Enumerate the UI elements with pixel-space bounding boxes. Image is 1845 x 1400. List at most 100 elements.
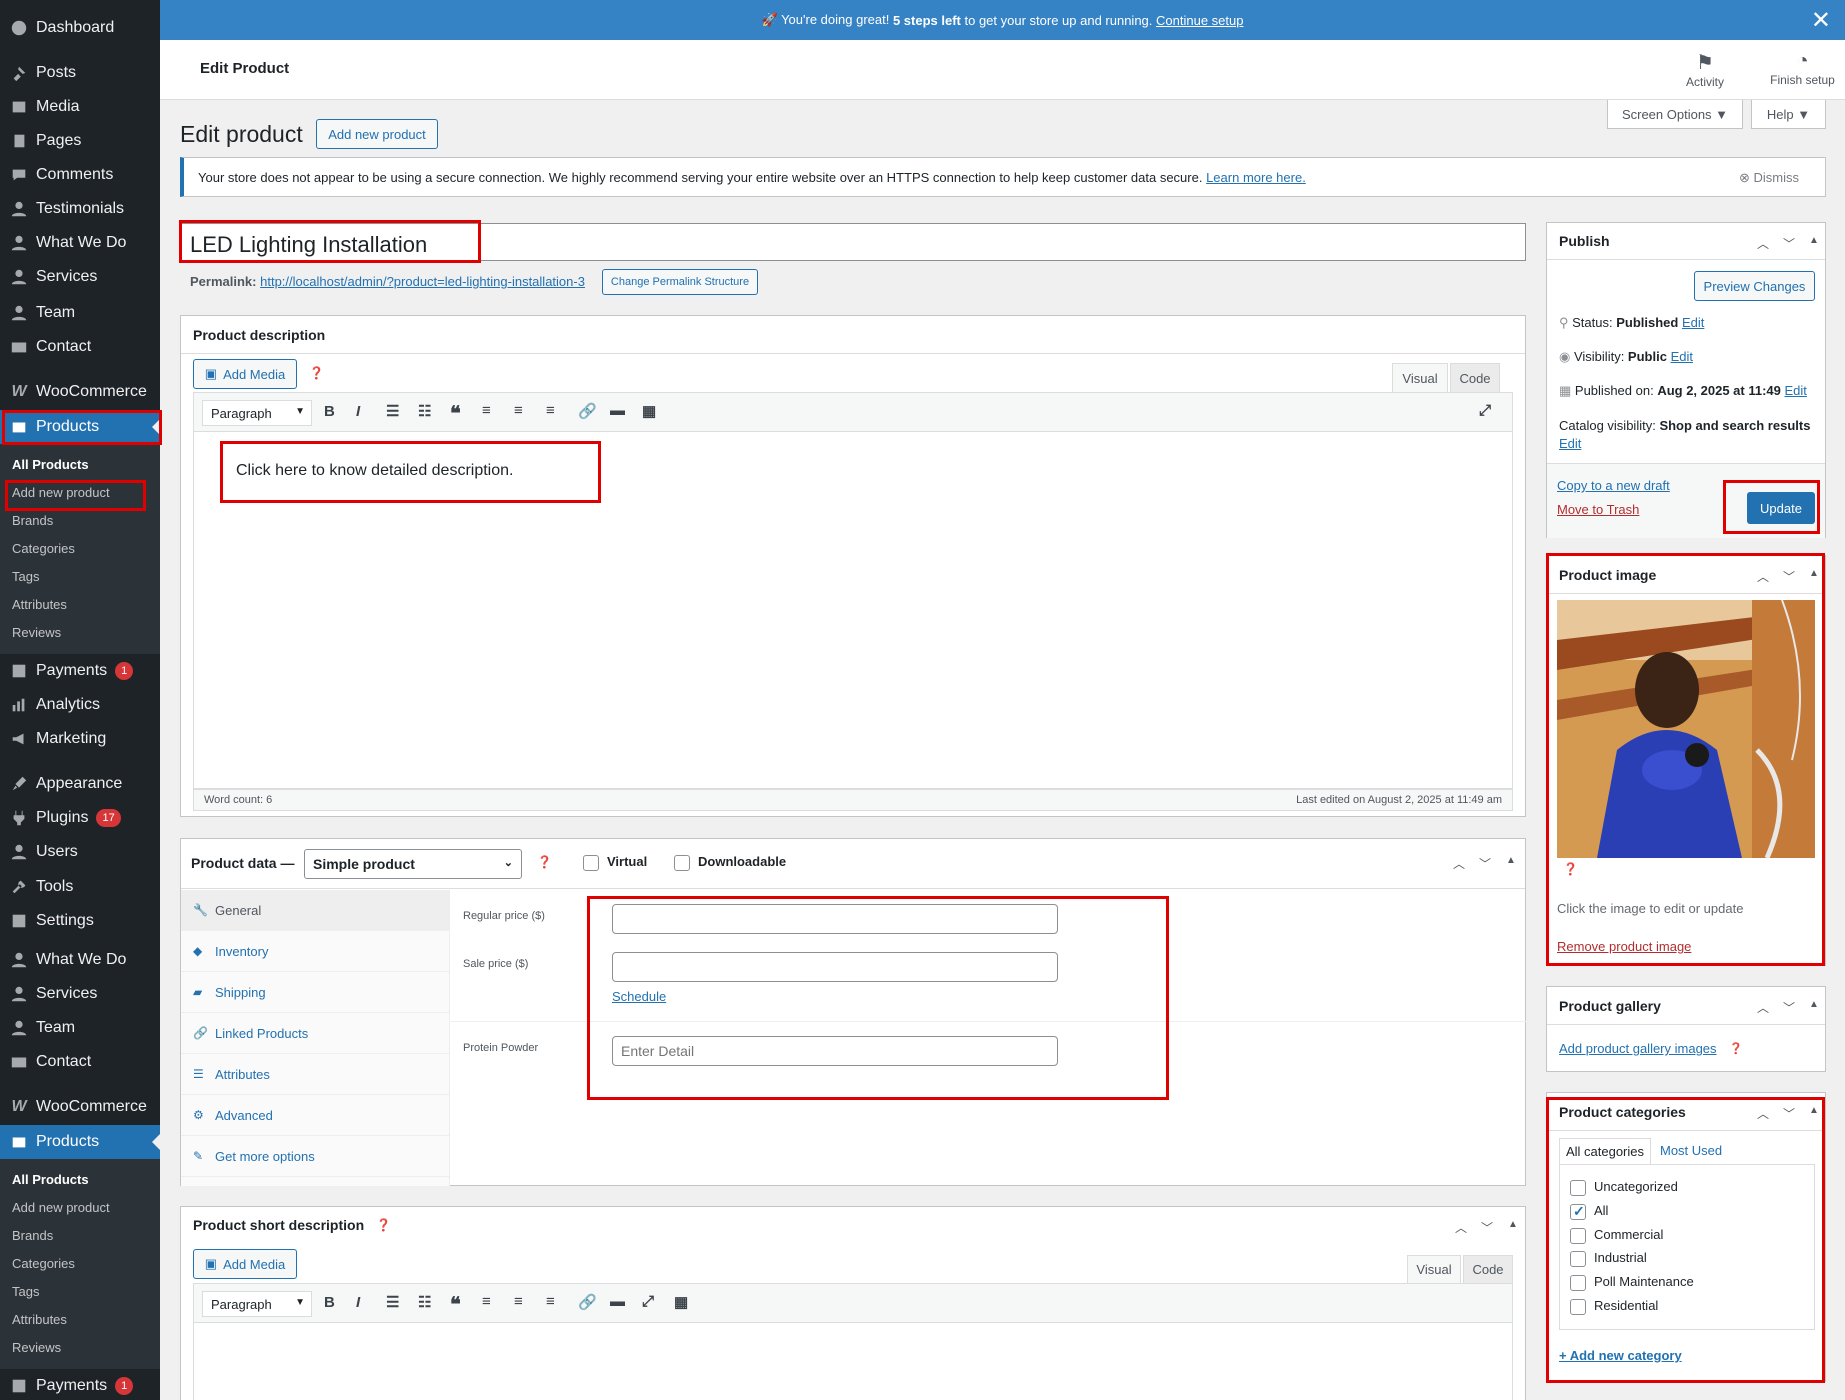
submenu-categories[interactable]: Categories	[12, 1251, 75, 1275]
update-button[interactable]: Update	[1747, 492, 1815, 524]
chevron-down-icon[interactable]: ﹀	[1479, 855, 1491, 872]
italic-icon[interactable]: I	[356, 1294, 360, 1311]
submenu-all-products[interactable]: All Products	[12, 1167, 89, 1191]
product-image[interactable]	[1557, 600, 1815, 858]
dismiss-button[interactable]: ⊗ Dismiss	[1739, 170, 1799, 186]
category-item[interactable]: Industrial	[1570, 1250, 1647, 1267]
menu-testimonials[interactable]: Testimonials	[0, 192, 160, 226]
chevron-up-icon[interactable]: ︿	[1757, 1105, 1769, 1122]
menu-products[interactable]: Products	[0, 410, 160, 444]
schedule-link[interactable]: Schedule	[612, 989, 666, 1004]
virtual-checkbox[interactable]: Virtual	[583, 854, 647, 871]
collapse-icon[interactable]: ▲	[1809, 568, 1819, 579]
chevron-up-icon[interactable]: ︿	[1757, 568, 1769, 585]
menu-payments-2[interactable]: Payments 1	[0, 1369, 160, 1400]
read-more-icon[interactable]: ▬	[610, 402, 625, 419]
quote-icon[interactable]: ❝	[450, 1292, 461, 1317]
bold-icon[interactable]: B	[324, 1294, 335, 1311]
add-media-button[interactable]: ▣ Add Media	[193, 1249, 297, 1279]
format-select[interactable]: Paragraph ▼	[202, 400, 312, 426]
product-title-input[interactable]: LED Lighting Installation	[180, 223, 1526, 261]
help-icon[interactable]: ❓	[309, 366, 324, 380]
menu-posts[interactable]: Posts	[0, 56, 160, 90]
chevron-down-icon[interactable]: ﹀	[1783, 568, 1795, 585]
chevron-up-icon[interactable]: ︿	[1455, 1219, 1467, 1236]
help-icon[interactable]: ❓	[537, 855, 552, 869]
category-item[interactable]: Uncategorized	[1570, 1179, 1678, 1196]
tab-visual[interactable]: Visual	[1392, 363, 1448, 392]
submenu-add-new-product[interactable]: Add new product	[12, 480, 110, 504]
align-center-icon[interactable]: ≡	[514, 402, 523, 419]
help-icon[interactable]: ❓	[376, 1218, 391, 1232]
regular-price-input[interactable]	[612, 904, 1058, 934]
submenu-all-products[interactable]: All Products	[12, 452, 89, 476]
menu-comments[interactable]: Comments	[0, 158, 160, 192]
submenu-attributes[interactable]: Attributes	[12, 592, 67, 616]
align-left-icon[interactable]: ≡	[482, 402, 491, 419]
italic-icon[interactable]: I	[356, 403, 360, 420]
link-icon[interactable]: 🔗	[578, 1293, 597, 1311]
date-edit-link[interactable]: Edit	[1785, 383, 1807, 398]
submenu-add-new-product[interactable]: Add new product	[12, 1195, 110, 1219]
menu-services[interactable]: Services	[0, 260, 160, 294]
product-type-select[interactable]: Simple product ⌄	[304, 849, 522, 879]
tab-all-categories[interactable]: All categories	[1559, 1138, 1651, 1164]
preview-changes-button[interactable]: Preview Changes	[1694, 271, 1815, 301]
link-icon[interactable]: 🔗	[578, 402, 597, 420]
chevron-down-icon[interactable]: ﹀	[1783, 235, 1795, 252]
status-edit-link[interactable]: Edit	[1682, 315, 1704, 330]
tab-linked-products[interactable]: 🔗 Linked Products	[181, 1013, 449, 1054]
format-select[interactable]: Paragraph ▼	[202, 1291, 312, 1317]
bold-icon[interactable]: B	[324, 403, 335, 420]
menu-tools[interactable]: Tools	[0, 870, 160, 904]
close-icon[interactable]: ✕	[1811, 6, 1831, 35]
tab-code[interactable]: Code	[1463, 1255, 1513, 1283]
submenu-reviews[interactable]: Reviews	[12, 620, 61, 644]
quote-icon[interactable]: ❝	[450, 401, 461, 426]
align-center-icon[interactable]: ≡	[514, 1293, 523, 1310]
category-item[interactable]: Commercial	[1570, 1227, 1663, 1244]
finish-setup-button[interactable]: ◔ Finish setup	[1760, 50, 1845, 87]
chevron-up-icon[interactable]: ︿	[1757, 235, 1769, 252]
description-editor[interactable]: Click here to know detailed description.	[193, 432, 1513, 789]
change-permalink-button[interactable]: Change Permalink Structure	[602, 269, 758, 295]
menu-dashboard[interactable]: Dashboard	[0, 11, 160, 45]
menu-media[interactable]: Media	[0, 90, 160, 124]
toolbar-toggle-icon[interactable]: ▦	[642, 402, 656, 420]
menu-services-2[interactable]: Services	[0, 977, 160, 1011]
align-left-icon[interactable]: ≡	[482, 1293, 491, 1310]
category-item[interactable]: Residential	[1570, 1298, 1658, 1315]
add-new-category-link[interactable]: + Add new category	[1559, 1348, 1682, 1363]
toolbar-toggle-icon[interactable]: ▦	[674, 1293, 688, 1311]
activity-button[interactable]: ⚑ Activity	[1675, 50, 1735, 89]
collapse-icon[interactable]: ▲	[1809, 235, 1819, 246]
menu-woocommerce-2[interactable]: W WooCommerce	[0, 1090, 160, 1124]
collapse-icon[interactable]: ▲	[1506, 855, 1516, 866]
continue-setup-link[interactable]: Continue setup	[1156, 13, 1243, 28]
tab-attributes[interactable]: ☰ Attributes	[181, 1054, 449, 1095]
submenu-categories[interactable]: Categories	[12, 536, 75, 560]
sale-price-input[interactable]	[612, 952, 1058, 982]
collapse-icon[interactable]: ▲	[1508, 1219, 1518, 1230]
submenu-tags[interactable]: Tags	[12, 1279, 39, 1303]
fullscreen-icon[interactable]: ⤢	[1479, 402, 1491, 419]
numbered-list-icon[interactable]: ☷	[418, 1293, 431, 1311]
chevron-up-icon[interactable]: ︿	[1453, 855, 1465, 872]
collapse-icon[interactable]: ▲	[1809, 999, 1819, 1010]
menu-contact-2[interactable]: Contact	[0, 1045, 160, 1079]
chevron-down-icon[interactable]: ﹀	[1783, 1105, 1795, 1122]
copy-draft-link[interactable]: Copy to a new draft	[1557, 478, 1670, 493]
menu-team[interactable]: Team	[0, 296, 160, 330]
tab-visual[interactable]: Visual	[1407, 1255, 1461, 1283]
submenu-tags[interactable]: Tags	[12, 564, 39, 588]
visibility-edit-link[interactable]: Edit	[1671, 349, 1693, 364]
tab-code[interactable]: Code	[1450, 363, 1500, 392]
short-description-editor[interactable]	[193, 1323, 1513, 1400]
menu-analytics[interactable]: Analytics	[0, 688, 160, 722]
add-gallery-images-link[interactable]: Add product gallery images	[1559, 1041, 1717, 1056]
permalink-link[interactable]: http://localhost/admin/?product=led-ligh…	[260, 274, 585, 289]
menu-plugins[interactable]: Plugins 17	[0, 801, 160, 835]
downloadable-checkbox[interactable]: Downloadable	[674, 854, 786, 871]
align-right-icon[interactable]: ≡	[546, 1293, 555, 1310]
learn-more-link[interactable]: Learn more here.	[1206, 170, 1306, 185]
